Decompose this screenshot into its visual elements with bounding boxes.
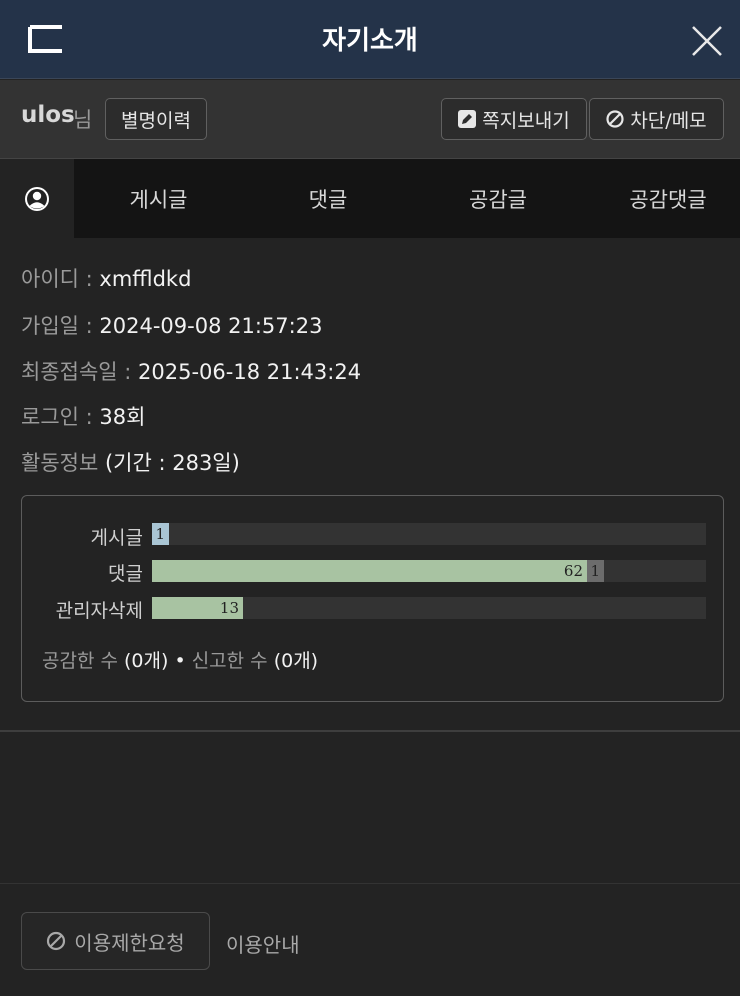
footer-divider xyxy=(0,883,740,884)
nickname-history-label: 별명이력 xyxy=(121,109,191,132)
last-login-label: 최종접속일 : xyxy=(21,360,139,384)
login-count-value: 38회 xyxy=(99,405,146,429)
activity-row: 활동정보 (기간 : 283일) xyxy=(21,447,240,477)
tab-posts[interactable]: 게시글 xyxy=(74,159,243,238)
tab-profile[interactable] xyxy=(0,159,74,238)
tab-liked-comments[interactable]: 공감댓글 xyxy=(583,159,740,238)
stat-bar-comments-deleted: 1 xyxy=(587,560,604,582)
activity-label: 활동정보 xyxy=(21,451,105,475)
stat-bar-posts: 1 xyxy=(152,523,169,545)
stat-track-posts: 1 xyxy=(152,523,706,545)
login-count-row: 로그인 : 38회 xyxy=(21,401,145,431)
user-id-row: 아이디 : xmffldkd xyxy=(21,263,191,293)
user-id-value: xmffldkd xyxy=(99,267,192,291)
page-title: 자기소개 xyxy=(322,26,418,56)
likes-value: (0개) xyxy=(124,650,169,672)
stat-label-admin-removed: 관리자삭제 xyxy=(55,600,143,622)
pencil-icon xyxy=(458,110,477,128)
user-bar: ulos 님 별명이력 쪽지보내기 차단/메모 xyxy=(0,80,740,159)
usage-guide-link[interactable]: 이용안내 xyxy=(226,929,300,958)
user-id-label: 아이디 : xyxy=(21,267,100,291)
reports-label: 신고한 수 xyxy=(191,650,274,672)
likes-label: 공감한 수 xyxy=(42,650,124,672)
stat-label-posts: 게시글 xyxy=(90,527,143,549)
stat-track-comments: 62 1 xyxy=(152,560,706,582)
username: ulos xyxy=(21,102,75,128)
restriction-request-label: 이용제한요청 xyxy=(74,930,185,955)
nickname-history-button[interactable]: 별명이력 xyxy=(105,98,207,140)
stat-bar-comments: 62 xyxy=(152,560,587,582)
joined-label: 가입일 : xyxy=(21,314,100,338)
block-memo-label: 차단/메모 xyxy=(630,109,707,132)
send-message-button[interactable]: 쪽지보내기 xyxy=(441,98,587,140)
login-count-label: 로그인 : xyxy=(21,405,100,429)
section-divider xyxy=(0,730,740,732)
tab-liked-posts[interactable]: 공감글 xyxy=(413,159,583,238)
block-memo-button[interactable]: 차단/메모 xyxy=(589,98,724,140)
stat-track-admin-removed: 13 xyxy=(152,597,706,619)
username-suffix: 님 xyxy=(73,108,93,132)
stat-bar-admin-removed: 13 xyxy=(152,597,243,619)
block-icon xyxy=(606,110,624,128)
restriction-request-button[interactable]: 이용제한요청 xyxy=(21,912,210,970)
stat-label-comments: 댓글 xyxy=(108,563,143,585)
last-login-value: 2025-06-18 21:43:24 xyxy=(138,360,362,384)
block-icon xyxy=(47,931,66,951)
user-profile-icon xyxy=(25,186,49,211)
close-icon[interactable] xyxy=(690,24,724,58)
joined-row: 가입일 : 2024-09-08 21:57:23 xyxy=(21,310,322,340)
summary-separator: • xyxy=(168,650,192,672)
reaction-summary: 공감한 수 (0개) • 신고한 수 (0개) xyxy=(42,646,318,673)
last-login-row: 최종접속일 : 2025-06-18 21:43:24 xyxy=(21,356,361,386)
send-message-label: 쪽지보내기 xyxy=(482,109,570,132)
tab-bar: 게시글 댓글 공감글 공감댓글 xyxy=(0,159,740,238)
activity-stats-box: 게시글 1 댓글 62 1 관리자삭제 13 공감한 수 (0개) • 신고한 … xyxy=(21,495,724,702)
joined-value: 2024-09-08 21:57:23 xyxy=(99,314,323,338)
tab-comments[interactable]: 댓글 xyxy=(243,159,413,238)
activity-value: (기간 : 283일) xyxy=(104,451,240,475)
reports-value: (0개) xyxy=(273,650,319,672)
title-bar: 자기소개 xyxy=(0,0,740,79)
